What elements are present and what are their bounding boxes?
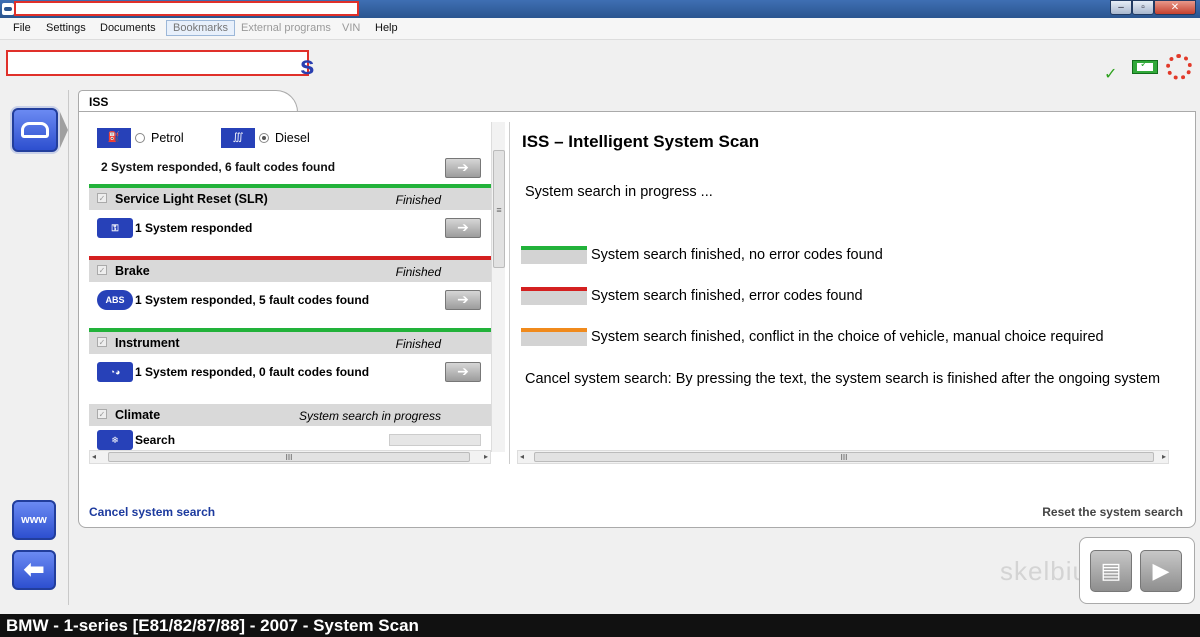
fuel-selector: ⛽ Petrol ∭ Diesel: [97, 128, 477, 148]
logo-tail: s: [300, 50, 315, 80]
system-checkbox[interactable]: ✓: [97, 337, 107, 347]
system-name: Service Light Reset (SLR): [115, 192, 268, 206]
tool-box: ▤ ▶: [1079, 537, 1195, 604]
menu-bookmarks[interactable]: Bookmarks: [166, 20, 236, 36]
system-info: 1 System responded: [135, 221, 253, 235]
legend-text: System search finished, conflict in the …: [591, 329, 1104, 345]
info-pane: ISS – Intelligent System Scan System sea…: [519, 122, 1187, 452]
legend-swatch: [521, 287, 587, 305]
system-header: ✓ Climate System search in progress: [89, 404, 491, 426]
petrol-icon: ⛽: [97, 128, 131, 148]
active-nav-indicator: [60, 112, 68, 148]
legend-row-red: System search finished, error codes foun…: [521, 287, 1191, 307]
system-checkbox[interactable]: ✓: [97, 193, 107, 203]
diesel-radio[interactable]: [259, 133, 269, 143]
system-go-button[interactable]: ➔: [445, 290, 481, 310]
petrol-radio[interactable]: [135, 133, 145, 143]
system-scan-nav-button[interactable]: [12, 108, 58, 152]
abs-icon: ABS: [97, 290, 133, 310]
www-button[interactable]: www: [12, 500, 56, 540]
system-go-button[interactable]: ➔: [445, 218, 481, 238]
tab-iss[interactable]: ISS: [78, 90, 298, 112]
info-horizontal-scrollbar[interactable]: ◂ III ▸: [517, 450, 1169, 464]
legend-swatch: [521, 328, 587, 346]
system-header: ✓ Brake Finished: [89, 260, 491, 282]
system-checkbox[interactable]: ✓: [97, 409, 107, 419]
minimize-button[interactable]: –: [1110, 0, 1132, 15]
next-button[interactable]: ▶: [1140, 550, 1182, 592]
loading-spinner-icon: [1166, 54, 1192, 80]
diesel-icon: ∭: [221, 128, 255, 148]
back-button[interactable]: ⬅: [12, 550, 56, 590]
print-button[interactable]: ▤: [1090, 550, 1132, 592]
petrol-label: Petrol: [151, 131, 184, 145]
title-bar: – ▫ ✕: [0, 0, 1200, 18]
legend-row-orange: System search finished, conflict in the …: [521, 328, 1191, 348]
list-vertical-scrollbar[interactable]: ≡: [491, 122, 505, 452]
main-panel: ⛽ Petrol ∭ Diesel 2 System responded, 6 …: [78, 111, 1196, 528]
vehicle-status-bar: BMW - 1-series [E81/82/87/88] - 2007 - S…: [0, 614, 1200, 637]
close-button[interactable]: ✕: [1154, 0, 1196, 15]
scan-summary: 2 System responded, 6 fault codes found: [101, 160, 336, 174]
menu-documents[interactable]: Documents: [100, 22, 156, 34]
maximize-button[interactable]: ▫: [1132, 0, 1154, 15]
system-status: Finished: [395, 265, 441, 279]
system-status: Finished: [395, 337, 441, 351]
battery-icon: [1132, 59, 1158, 74]
system-checkbox[interactable]: ✓: [97, 265, 107, 275]
system-list: ⛽ Petrol ∭ Diesel 2 System responded, 6 …: [89, 122, 491, 464]
system-status: Finished: [395, 193, 441, 207]
cancel-note: Cancel system search: By pressing the te…: [525, 371, 1161, 387]
menu-settings[interactable]: Settings: [46, 22, 86, 34]
system-item-brake: ✓ Brake Finished ABS 1 System responded,…: [89, 256, 491, 328]
system-item-instrument: ✓ Instrument Finished ◔◕ 1 System respon…: [89, 328, 491, 400]
system-info: 1 System responded, 5 fault codes found: [135, 293, 370, 307]
system-header: ✓ Service Light Reset (SLR) Finished: [89, 188, 491, 210]
system-status: System search in progress: [298, 409, 441, 423]
system-item-slr: ✓ Service Light Reset (SLR) Finished ⚿ 1…: [89, 184, 491, 256]
list-horizontal-scrollbar[interactable]: ◂ III ▸: [89, 450, 491, 464]
wrench-icon: ⚿: [97, 218, 133, 238]
menu-external-programs[interactable]: External programs: [241, 22, 331, 34]
system-name: Climate: [115, 408, 161, 422]
menu-help[interactable]: Help: [375, 22, 398, 34]
menu-vin[interactable]: VIN: [342, 22, 360, 34]
app-icon: [2, 3, 14, 15]
system-go-button[interactable]: ➔: [445, 362, 481, 382]
pane-splitter[interactable]: [509, 122, 510, 464]
climate-icon: ❄: [97, 430, 133, 450]
list-scroll-thumb[interactable]: ≡: [493, 150, 505, 268]
system-header: ✓ Instrument Finished: [89, 332, 491, 354]
system-name: Instrument: [115, 336, 180, 350]
summary-go-button[interactable]: ➔: [445, 158, 481, 178]
window-title-redacted: [14, 1, 359, 16]
logo-redacted: [6, 50, 309, 76]
info-progress-text: System search in progress ...: [525, 184, 713, 200]
nav-divider: [68, 90, 69, 605]
system-info: 1 System responded, 0 fault codes found: [135, 365, 370, 379]
legend-text: System search finished, error codes foun…: [591, 288, 863, 304]
car-icon: [21, 122, 49, 138]
check-icon: ✓: [1104, 66, 1118, 83]
menu-bar: File Settings Documents Bookmarks Extern…: [0, 18, 1200, 40]
legend-row-green: System search finished, no error codes f…: [521, 246, 1191, 266]
system-name: Brake: [115, 264, 150, 278]
menu-file[interactable]: File: [13, 22, 31, 34]
reset-system-search-link[interactable]: Reset the system search: [1042, 505, 1183, 519]
diesel-label: Diesel: [275, 131, 310, 145]
info-title: ISS – Intelligent System Scan: [522, 132, 760, 151]
system-info: Search: [135, 433, 176, 447]
search-progress-bar: [389, 434, 481, 446]
legend-swatch: [521, 246, 587, 264]
cancel-system-search-link[interactable]: Cancel system search: [89, 505, 215, 519]
instrument-icon: ◔◕: [97, 362, 133, 382]
legend-text: System search finished, no error codes f…: [591, 247, 883, 263]
